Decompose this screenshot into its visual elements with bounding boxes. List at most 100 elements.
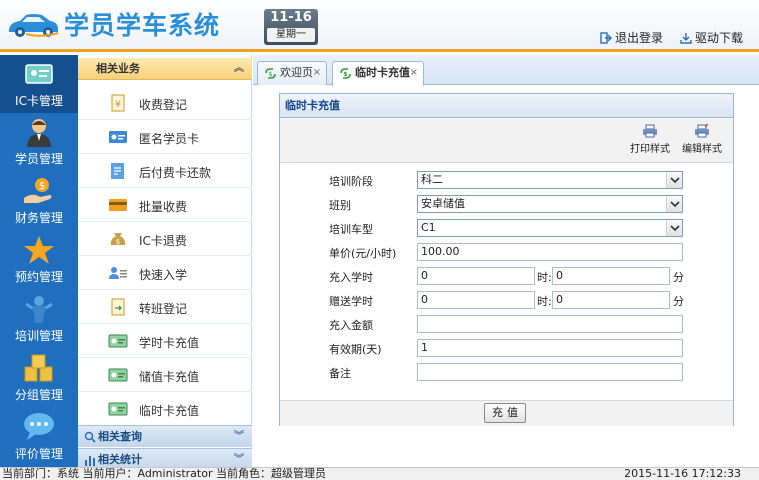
panel-title: 临时卡充值 <box>280 94 733 118</box>
submenu-item-hour-card-recharge[interactable]: 学时卡充值 <box>78 324 252 358</box>
remark-input[interactable] <box>417 363 683 381</box>
close-icon[interactable]: × <box>410 62 418 84</box>
module-evaluation[interactable]: 评价管理 <box>0 408 78 466</box>
recharge-panel: 临时卡充值 打印样式 编辑样式 培训阶段 科二 班别 安卓储值 培训车型 C1 … <box>279 93 734 426</box>
tab-strip: $ 欢迎页 × $ 临时卡充值 × <box>253 55 759 86</box>
svg-text:$: $ <box>343 71 347 78</box>
module-training[interactable]: 培训管理 <box>0 290 78 348</box>
amount-input[interactable] <box>417 315 683 333</box>
module-sidebar: IC卡管理 学员管理 $ 财务管理 预约管理 培训管理 分组管理 评价管理 <box>0 55 78 467</box>
charge-hours-h-input[interactable]: 0 <box>417 267 535 285</box>
module-student[interactable]: 学员管理 <box>0 113 78 171</box>
chevron-down-icon[interactable]: ︾ <box>234 426 244 447</box>
star-icon <box>24 236 54 264</box>
module-label: 预约管理 <box>14 270 63 284</box>
logout-icon <box>600 31 612 44</box>
validity-input[interactable]: 1 <box>417 339 683 357</box>
submenu-item-quick-enroll[interactable]: 快速入学 <box>78 256 252 290</box>
submenu-item-postpaid-repay[interactable]: 后付费卡还款 <box>78 154 252 188</box>
student-icon <box>27 119 51 147</box>
module-label: 财务管理 <box>14 211 63 225</box>
validity-label: 有效期(天) <box>329 343 382 356</box>
submenu-item-batch-charge[interactable]: 批量收费 <box>78 188 252 222</box>
edit-note-icon <box>111 163 124 179</box>
submenu-item-anonymous-card[interactable]: 匿名学员卡 <box>78 120 252 154</box>
id-card-icon <box>108 368 128 382</box>
money-bag-icon: $ <box>110 233 126 246</box>
price-input[interactable]: 100.00 <box>417 243 683 261</box>
minute-unit: 分 <box>673 271 684 284</box>
submenu-item-label: IC卡退费 <box>139 234 187 248</box>
date-text: 11-16 <box>270 10 312 25</box>
logout-label: 退出登录 <box>615 31 664 45</box>
trainer-icon <box>25 296 53 323</box>
submenu-section-query[interactable]: 相关查询 ︾ <box>78 425 252 447</box>
tab-welcome[interactable]: $ 欢迎页 × <box>257 61 327 85</box>
print-style-button[interactable]: 打印样式 <box>628 124 672 155</box>
submenu-item-label: 快速入学 <box>139 268 188 282</box>
id-card-icon <box>25 64 53 84</box>
chevron-up-icon[interactable]: ︽ <box>234 58 244 80</box>
print-style-label: 打印样式 <box>630 144 670 155</box>
amount-label: 充入金额 <box>329 319 373 332</box>
submenu-item-stored-card-recharge[interactable]: 储值卡充值 <box>78 358 252 392</box>
dollar-arrows-icon: $ <box>340 68 351 79</box>
module-label: 学员管理 <box>14 152 63 166</box>
price-label: 单价(元/小时) <box>329 247 397 260</box>
submenu-item-temp-card-recharge[interactable]: 临时卡充值 <box>78 392 252 426</box>
class-label: 班别 <box>329 199 351 212</box>
svg-text:$: $ <box>116 238 120 246</box>
submenu-item-label: 匿名学员卡 <box>139 132 200 146</box>
close-icon[interactable]: × <box>313 62 321 84</box>
svg-text:$: $ <box>269 71 273 78</box>
edit-style-button[interactable]: 编辑样式 <box>680 124 724 155</box>
submenu-item-fee-register[interactable]: ¥ 收费登记 <box>78 86 252 120</box>
gift-hours-h-input[interactable]: 0 <box>417 291 535 309</box>
module-group[interactable]: 分组管理 <box>0 349 78 407</box>
submenu-header[interactable]: 相关业务 ︽ <box>78 58 252 80</box>
download-icon <box>680 32 692 44</box>
submenu-item-class-transfer[interactable]: 转班登记 <box>78 290 252 324</box>
section-query-label: 相关查询 <box>98 430 142 443</box>
id-card-icon <box>108 402 128 416</box>
edit-style-label: 编辑样式 <box>682 144 722 155</box>
document-icon: ¥ <box>111 94 125 112</box>
printer-icon <box>643 124 657 138</box>
search-icon <box>84 431 96 443</box>
chevron-down-icon[interactable] <box>666 172 682 188</box>
charge-hours-m-input[interactable]: 0 <box>552 267 670 285</box>
chat-icon <box>24 413 54 440</box>
recharge-button[interactable]: 充值 <box>484 403 526 423</box>
main-content: 临时卡充值 打印样式 编辑样式 培训阶段 科二 班别 安卓储值 培训车型 C1 … <box>253 86 759 467</box>
car-type-select[interactable]: C1 <box>417 219 683 237</box>
submenu-item-ic-refund[interactable]: $ IC卡退费 <box>78 222 252 256</box>
minute-unit: 分 <box>673 295 684 308</box>
submenu-item-label: 临时卡充值 <box>139 404 200 418</box>
status-user-info: 当前部门：系统 当前用户：Administrator 当前角色：超级管理员 <box>2 467 326 480</box>
module-label: 分组管理 <box>14 388 63 402</box>
app-window: 学员学车系统 11-16 星期一 退出登录 驱动下载 IC卡管理 学员管理 $ … <box>0 0 759 480</box>
top-header: 学员学车系统 11-16 星期一 退出登录 驱动下载 <box>0 0 759 52</box>
hour-unit: 时: <box>537 271 552 284</box>
driver-download-link[interactable]: 驱动下载 <box>680 29 743 46</box>
recharge-form: 培训阶段 科二 班别 安卓储值 培训车型 C1 单价(元/小时) 100.00 … <box>280 164 733 399</box>
chevron-down-icon[interactable] <box>666 196 682 212</box>
gift-hours-m-input[interactable]: 0 <box>552 291 670 309</box>
submenu-header-label: 相关业务 <box>96 62 140 75</box>
module-finance[interactable]: $ 财务管理 <box>0 172 78 230</box>
submenu-item-label: 储值卡充值 <box>139 370 200 384</box>
class-select[interactable]: 安卓储值 <box>417 195 683 213</box>
tab-temp-card-recharge[interactable]: $ 临时卡充值 × <box>332 61 424 86</box>
wallet-card-icon <box>109 199 127 211</box>
chevron-down-icon[interactable] <box>666 220 682 236</box>
id-card-icon <box>108 334 128 348</box>
users-icon <box>109 267 127 279</box>
hour-unit: 时: <box>537 295 552 308</box>
stage-select[interactable]: 科二 <box>417 171 683 189</box>
module-ic-card[interactable]: IC卡管理 <box>0 55 78 113</box>
logout-link[interactable]: 退出登录 <box>600 29 663 46</box>
tab-label: 欢迎页 <box>280 66 313 79</box>
car-type-value: C1 <box>421 221 436 234</box>
status-datetime: 2015-11-16 17:12:33 <box>624 467 741 480</box>
module-appointment[interactable]: 预约管理 <box>0 231 78 289</box>
